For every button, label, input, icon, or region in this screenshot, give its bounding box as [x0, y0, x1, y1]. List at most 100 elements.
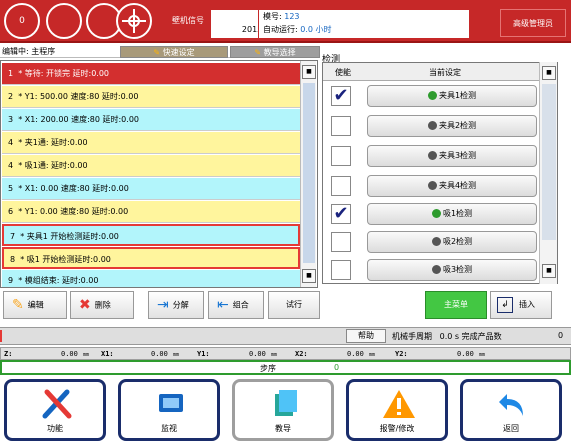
- scroll-down-icon[interactable]: ■: [302, 269, 316, 283]
- status-dot-icon: [431, 237, 441, 246]
- check-setting-button[interactable]: 夹具2检测: [367, 115, 537, 137]
- program-row[interactable]: 8 * 吸1 开始检测延时:0.00: [2, 247, 300, 269]
- cycle-info: 机械手周期 0.0 s 完成产品数: [392, 331, 502, 342]
- program-list[interactable]: 1 * 等待: 开锁完 延时:0.00 2 * Y1: 500.00 速度:80…: [0, 60, 318, 288]
- status-indicator: [0, 330, 2, 342]
- row-number: 3: [8, 115, 14, 124]
- check-setting-button[interactable]: 夹具1检测: [367, 85, 537, 107]
- enable-checkbox[interactable]: [331, 176, 351, 196]
- status-dot-icon: [427, 181, 437, 190]
- check-setting-button[interactable]: 夹具4检测: [367, 175, 537, 197]
- split-button[interactable]: ⇥ 分解: [148, 291, 204, 319]
- enable-column-header: 使能: [335, 68, 351, 77]
- check-label: 夹具1检测: [438, 91, 477, 100]
- z-label: Z:: [4, 350, 13, 358]
- delete-x-icon: ✖: [79, 297, 91, 313]
- teach-select-label: 教导选择: [263, 48, 296, 57]
- row-text: * 夹具1 开始检测延时:0.00: [20, 232, 119, 241]
- enable-checkbox[interactable]: ✔: [331, 204, 351, 224]
- function-nav-button[interactable]: 功能: [4, 379, 106, 441]
- top-status-bar: 0 壁机信号 11:06 2015/08/21 模号: 123 自动运行: 0.…: [0, 0, 571, 43]
- pencil-icon: ✎: [12, 297, 24, 313]
- row-text: * 吸1 开始检测延时:0.00: [20, 255, 111, 264]
- scroll-thumb[interactable]: [542, 84, 556, 240]
- row-text: * 吸1通: 延时:0.00: [18, 161, 88, 170]
- delete-button[interactable]: ✖ 删除: [70, 291, 134, 319]
- row-number: 7: [10, 232, 16, 241]
- enable-checkbox[interactable]: ✔: [331, 86, 351, 106]
- scroll-thumb[interactable]: [303, 83, 315, 263]
- program-row[interactable]: 4 * 吸1通: 延时:0.00: [2, 155, 300, 177]
- alarm-nav-button[interactable]: 报警/修改: [346, 379, 448, 441]
- row-text: * X1: 0.00 速度:80 延时:0.00: [18, 184, 129, 193]
- scroll-up-icon[interactable]: ■: [302, 65, 316, 79]
- program-row[interactable]: 1 * 等待: 开锁完 延时:0.00: [2, 63, 300, 85]
- program-row[interactable]: 5 * X1: 0.00 速度:80 延时:0.00: [2, 178, 300, 200]
- setting-column-header: 当前设定: [429, 68, 461, 77]
- check-header: 使能 当前设定: [323, 63, 557, 81]
- axis-coordinates: Z: 0.00 mm X1: 0.00 mm Y1: 0.00 mm X2: 0.00…: [0, 347, 571, 360]
- check-setting-button[interactable]: 吸1检测: [367, 203, 537, 225]
- finished-value: 0: [558, 331, 564, 340]
- teach-select-button[interactable]: ✎ 教导选择: [230, 46, 320, 58]
- check-scrollbar[interactable]: ■ ■: [539, 62, 557, 284]
- z-unit: mm: [83, 352, 90, 358]
- combine-button[interactable]: ⇤ 组合: [208, 291, 264, 319]
- scroll-down-icon[interactable]: ■: [542, 264, 556, 278]
- check-setting-button[interactable]: 吸2检测: [367, 231, 537, 253]
- x1-label: X1:: [101, 350, 114, 358]
- monitor-nav-button[interactable]: 监视: [118, 379, 220, 441]
- check-label: 夹具3检测: [438, 151, 477, 160]
- y1-value: 0.00: [249, 350, 266, 358]
- main-menu-button[interactable]: 主菜单: [425, 291, 487, 319]
- check-label: 吸3检测: [442, 265, 473, 274]
- check-setting-button[interactable]: 吸3检测: [367, 259, 537, 281]
- status-dot-icon: [427, 91, 437, 100]
- editing-label: 编辑中: 主程序: [2, 47, 56, 56]
- function-label: 功能: [47, 424, 63, 433]
- quick-settings-button[interactable]: ✎ 快速设定: [120, 46, 228, 58]
- warning-icon: [383, 390, 415, 418]
- enable-checkbox[interactable]: [331, 146, 351, 166]
- row-text: * Y1: 0.00 速度:80 延时:0.00: [18, 207, 129, 216]
- trial-run-button[interactable]: 试行: [268, 291, 320, 319]
- step-label: 步序: [260, 364, 276, 373]
- x2-value: 0.00: [347, 350, 364, 358]
- help-button[interactable]: 帮助: [346, 329, 386, 343]
- pencil-icon: ✎: [153, 48, 161, 57]
- program-row[interactable]: 9 * 模组结束: 延时:0.00: [2, 270, 300, 287]
- enable-checkbox[interactable]: [331, 260, 351, 280]
- program-row[interactable]: 3 * X1: 200.00 速度:80 延时:0.00: [2, 109, 300, 131]
- status-dot-icon: [431, 209, 441, 218]
- program-scrollbar[interactable]: ■ ■: [300, 61, 316, 287]
- row-text: * 夹1通: 延时:0.00: [18, 138, 88, 147]
- teach-nav-button[interactable]: 教导: [232, 379, 334, 441]
- row-number: 8: [10, 255, 16, 264]
- admin-button[interactable]: 高级管理员: [500, 9, 566, 37]
- split-icon: ⇥: [157, 297, 169, 313]
- program-row[interactable]: 4 * 夹1通: 延时:0.00: [2, 132, 300, 154]
- enable-checkbox[interactable]: [331, 232, 351, 252]
- status-dot-icon: [427, 151, 437, 160]
- row-number: 9: [8, 276, 14, 285]
- program-row[interactable]: 6 * Y1: 0.00 速度:80 延时:0.00: [2, 201, 300, 223]
- check-label: 夹具2检测: [438, 121, 477, 130]
- finished-label: 完成产品数: [461, 332, 502, 341]
- program-row[interactable]: 2 * Y1: 500.00 速度:80 延时:0.00: [2, 86, 300, 108]
- insert-button[interactable]: ↲ 插入: [490, 291, 552, 319]
- auto-run-label: 自动运行:: [263, 25, 298, 34]
- robot-arm-icon[interactable]: [116, 3, 152, 39]
- scroll-up-icon[interactable]: ■: [542, 66, 556, 80]
- teach-label: 教导: [275, 424, 291, 433]
- check-panel: 使能 当前设定 ✔ 夹具1检测 夹具2检测 夹具3检测 夹具4检测 ✔ 吸1检测 吸…: [322, 62, 558, 284]
- back-nav-button[interactable]: 返回: [460, 379, 562, 441]
- row-number: 2: [8, 92, 14, 101]
- row-text: * Y1: 500.00 速度:80 延时:0.00: [18, 92, 139, 101]
- check-setting-button[interactable]: 夹具3检测: [367, 145, 537, 167]
- x2-unit: mm: [369, 352, 376, 358]
- edit-button[interactable]: ✎ 编辑: [3, 291, 67, 319]
- delete-label: 删除: [94, 300, 111, 310]
- enable-checkbox[interactable]: [331, 116, 351, 136]
- program-row[interactable]: 7 * 夹具1 开始检测延时:0.00: [2, 224, 300, 246]
- insert-label: 插入: [519, 300, 535, 309]
